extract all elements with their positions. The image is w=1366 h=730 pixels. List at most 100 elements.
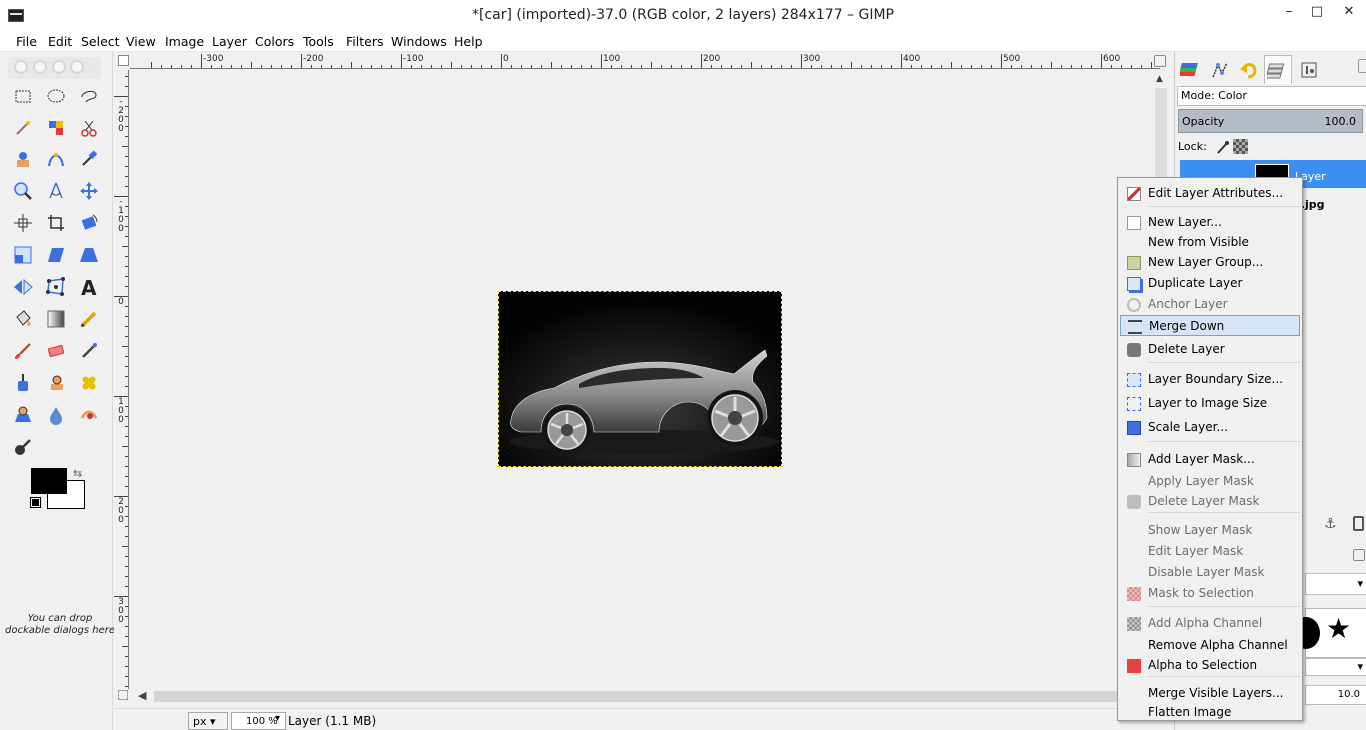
menu-tools[interactable]: Tools [303, 34, 334, 49]
scissors-icon[interactable] [77, 116, 101, 140]
brushes-menu-icon[interactable] [1353, 549, 1365, 561]
menu-item-scale-layer[interactable]: Scale Layer... [1120, 417, 1300, 438]
perspective-clone-icon[interactable] [11, 403, 35, 427]
wilber-drop-area[interactable] [8, 57, 101, 79]
menu-item-layer-to-image-size[interactable]: Layer to Image Size [1120, 393, 1300, 414]
paintbrush-icon[interactable] [11, 339, 35, 363]
brush-tag-combo[interactable]: ▾ [1305, 658, 1366, 676]
menu-item-merge-down[interactable]: Merge Down [1120, 315, 1300, 336]
flip-icon[interactable] [11, 275, 35, 299]
menu-image[interactable]: Image [165, 34, 204, 49]
menu-layer[interactable]: Layer [212, 34, 247, 49]
heal-icon[interactable] [77, 371, 101, 395]
ellipse-select-icon[interactable] [44, 84, 68, 108]
scroll-left-icon[interactable]: ◀ [138, 689, 146, 702]
delete-layer-icon[interactable] [1353, 516, 1364, 531]
menu-item-show-layer-mask[interactable]: Show Layer Mask [1120, 520, 1300, 541]
brush-spacing-field[interactable]: 10.0 [1305, 685, 1366, 705]
zoom-navigate-icon[interactable] [1154, 55, 1166, 67]
menu-windows[interactable]: Windows [391, 34, 447, 49]
image-canvas[interactable] [498, 291, 782, 467]
lock-alpha-icon[interactable] [1233, 139, 1248, 154]
menu-item-anchor-layer[interactable]: Anchor Layer [1120, 294, 1300, 315]
zoom-dropdown-icon[interactable]: ▾ [275, 713, 280, 724]
perspective-icon[interactable] [77, 243, 101, 267]
menu-item-mask-to-selection[interactable]: Mask to Selection [1120, 583, 1300, 604]
layer-mode-select[interactable]: Mode: Color [1177, 86, 1366, 106]
ink-icon[interactable] [11, 371, 35, 395]
foreground-color-swatch-top[interactable] [31, 468, 67, 494]
menu-item-disable-layer-mask[interactable]: Disable Layer Mask [1120, 562, 1300, 583]
align-icon[interactable] [11, 211, 35, 235]
cage-transform-icon[interactable] [44, 275, 68, 299]
airbrush-icon[interactable] [77, 339, 101, 363]
menu-help[interactable]: Help [454, 34, 483, 49]
close-button[interactable]: ✕ [1336, 3, 1362, 23]
menu-select[interactable]: Select [81, 34, 120, 49]
menu-item-apply-layer-mask[interactable]: Apply Layer Mask [1120, 471, 1300, 492]
rotate-icon[interactable] [77, 211, 101, 235]
color-picker-icon[interactable] [77, 147, 101, 171]
measure-icon[interactable] [44, 179, 68, 203]
menu-item-edit-layer-mask[interactable]: Edit Layer Mask [1120, 541, 1300, 562]
menu-item-add-alpha-channel[interactable]: Add Alpha Channel [1120, 613, 1300, 634]
menu-colors[interactable]: Colors [255, 34, 294, 49]
menu-item-add-layer-mask[interactable]: Add Layer Mask... [1120, 449, 1300, 470]
menu-item-merge-visible-layers[interactable]: Merge Visible Layers... [1120, 683, 1300, 704]
horizontal-ruler[interactable]: -300 -200 -100 0 100 200 300 400 500 600 [130, 54, 1160, 69]
maximize-button[interactable]: □ [1304, 3, 1330, 23]
menu-item-new-layer[interactable]: New Layer... [1120, 212, 1300, 233]
horizontal-scroll-thumb[interactable] [154, 691, 1154, 702]
menu-view[interactable]: View [126, 34, 156, 49]
dock-menu-icon[interactable] [1358, 59, 1366, 73]
menu-item-new-layer-group[interactable]: New Layer Group... [1120, 252, 1300, 273]
free-select-icon[interactable] [77, 84, 101, 108]
vertical-ruler[interactable]: - 2 0 0 - 1 0 0 0 1 0 0 2 0 0 3 0 0 [114, 70, 129, 690]
menu-item-flatten-image[interactable]: Flatten Image [1120, 702, 1300, 723]
layers-tab-icon[interactable] [1177, 55, 1205, 84]
scroll-up-icon[interactable]: ▲ [1156, 74, 1163, 84]
brush-filter-combo[interactable]: ▾ [1305, 573, 1366, 595]
quick-mask-toggle[interactable] [118, 690, 128, 700]
lock-pixels-icon[interactable] [1215, 139, 1231, 155]
brush-star-icon[interactable]: ★ [1326, 615, 1351, 643]
channels-tab-icon[interactable] [1206, 55, 1234, 84]
menu-edit[interactable]: Edit [48, 34, 72, 49]
paths-tab-icon[interactable] [1264, 55, 1292, 84]
opacity-slider[interactable]: Opacity 100.0 [1178, 109, 1363, 133]
swap-colors-icon[interactable]: ⇆ [73, 467, 82, 480]
menu-item-alpha-to-selection[interactable]: Alpha to Selection [1120, 655, 1300, 676]
blur-sharpen-icon[interactable] [44, 403, 68, 427]
quick-mask-corner-button[interactable] [118, 55, 129, 66]
menu-item-remove-alpha-channel[interactable]: Remove Alpha Channel [1120, 635, 1300, 656]
bucket-fill-icon[interactable] [11, 307, 35, 331]
smudge-icon[interactable] [77, 403, 101, 427]
paths-icon[interactable] [44, 147, 68, 171]
horizontal-scrollbar[interactable]: ◀ [114, 689, 1154, 703]
crop-icon[interactable] [44, 211, 68, 235]
clone-icon[interactable] [44, 371, 68, 395]
pencil-icon[interactable] [77, 307, 101, 331]
shear-icon[interactable] [44, 243, 68, 267]
dodge-burn-icon[interactable] [11, 435, 35, 459]
undo-tab-icon[interactable] [1235, 55, 1263, 84]
menu-item-delete-layer[interactable]: Delete Layer [1120, 339, 1300, 360]
menu-item-new-from-visible[interactable]: New from Visible [1120, 232, 1300, 253]
foreground-select-icon[interactable] [11, 147, 35, 171]
menu-file[interactable]: File [16, 34, 37, 49]
menu-item-duplicate-layer[interactable]: Duplicate Layer [1120, 273, 1300, 294]
select-by-color-icon[interactable] [44, 116, 68, 140]
unit-select[interactable]: px ▾ [188, 712, 228, 730]
text-icon[interactable]: A [77, 275, 101, 299]
brush-grid[interactable]: ★ [1292, 608, 1366, 658]
eraser-icon[interactable] [44, 339, 68, 363]
anchor-layer-icon[interactable]: ⚓ [1324, 516, 1337, 532]
menu-item-edit-layer-attributes[interactable]: Edit Layer Attributes... [1120, 183, 1300, 204]
fuzzy-select-icon[interactable] [11, 116, 35, 140]
menu-filters[interactable]: Filters [346, 34, 383, 49]
scale-icon[interactable] [11, 243, 35, 267]
menu-item-delete-layer-mask[interactable]: Delete Layer Mask [1120, 491, 1300, 512]
menu-item-layer-boundary-size[interactable]: Layer Boundary Size... [1120, 369, 1300, 390]
device-status-tab-icon[interactable] [1295, 55, 1323, 84]
minimize-button[interactable]: – [1276, 3, 1302, 23]
